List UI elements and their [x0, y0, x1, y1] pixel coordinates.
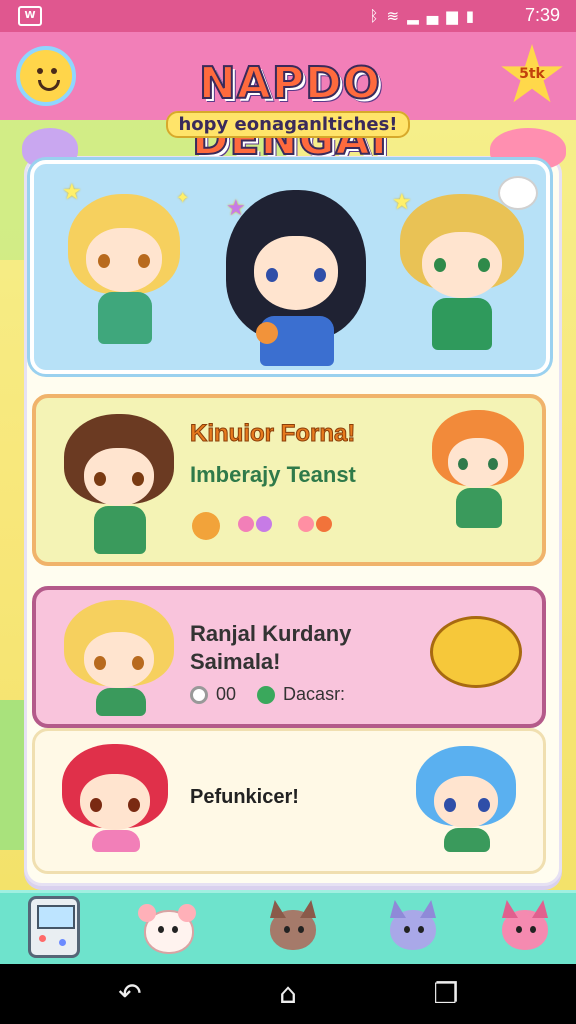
mascot-eye: [37, 68, 43, 74]
eye: [90, 798, 102, 812]
eye: [132, 656, 144, 670]
back-icon[interactable]: ↶: [114, 978, 146, 1010]
eye: [128, 798, 140, 812]
app-notification-icon: W: [18, 6, 42, 26]
character-blonde-girl[interactable]: [64, 192, 184, 362]
card-2-subtitle: Imberajy Teanst: [190, 462, 356, 487]
nfc-icon: ᛒ: [369, 7, 387, 25]
mouse-pet-icon[interactable]: [138, 900, 196, 954]
signal-icon: ▂▄▆: [407, 7, 466, 25]
smiling-fruit-mascot-icon: [430, 616, 522, 688]
eye: [94, 472, 106, 486]
status-bar: W ᛒ≋▂▄▆▮ 7:39: [0, 0, 576, 32]
eye: [98, 254, 110, 268]
wifi-icon: ≋: [386, 7, 408, 25]
character-blonde-boy[interactable]: [400, 194, 524, 364]
system-nav-bar: ↶ ⌂ ❐: [0, 964, 576, 1024]
card-3-meta: 00 Dacasr:: [190, 684, 345, 705]
eye: [266, 268, 278, 282]
pet-ear: [502, 900, 518, 918]
pet-eye: [158, 926, 164, 933]
face: [448, 438, 508, 488]
eye: [94, 656, 106, 670]
recents-icon[interactable]: ❐: [430, 978, 462, 1010]
star-badge-label: 5tk: [519, 66, 545, 82]
card-3-title-line2: Saimala!: [190, 649, 281, 674]
eye: [478, 258, 490, 272]
home-icon[interactable]: ⌂: [272, 978, 304, 1010]
card-2-title: Kinuior Forna!: [189, 420, 356, 448]
pet-ear: [300, 900, 316, 918]
character-orange-hair-girl[interactable]: [432, 410, 528, 530]
pink-cat-pet-icon[interactable]: [496, 900, 554, 954]
character-black-hair-girl[interactable]: [226, 176, 366, 368]
game-button: [39, 935, 46, 942]
outfit: [92, 830, 140, 852]
card-3-title: Ranjal Kurdany Saimala!: [190, 620, 351, 676]
blue-cat-pet-icon[interactable]: [384, 900, 442, 954]
mascot-badge-icon[interactable]: [16, 46, 76, 106]
card-3-meta-label: Dacasr:: [283, 684, 346, 704]
lollipop-icon: [256, 322, 278, 344]
battery-icon: ▮: [465, 7, 482, 25]
candy-icon: [256, 516, 272, 532]
candy-icon: [298, 516, 314, 532]
clover-icon: [257, 686, 276, 705]
card-3-title-line1: Ranjal Kurdany: [190, 621, 352, 646]
pet-eye: [418, 926, 424, 933]
outfit: [96, 688, 146, 716]
pet-eye: [530, 926, 536, 933]
app-logo: NAPDO DENGAI: [100, 56, 480, 166]
eye: [458, 458, 468, 470]
game-screen: [37, 905, 75, 929]
card-4-title: Pefunkicer!: [190, 786, 299, 808]
clock: 7:39: [524, 5, 560, 25]
outfit: [94, 506, 146, 554]
outfit: [444, 828, 490, 852]
character-blonde-bear-girl[interactable]: [64, 600, 174, 718]
character-red-hair-girl[interactable]: [62, 744, 172, 852]
header-subtitle: hopy eonaganltiches!: [0, 111, 576, 138]
mascot-mouth: [38, 80, 60, 91]
outfit: [432, 298, 492, 350]
pet-eye: [404, 926, 410, 933]
timer-icon: [190, 686, 208, 705]
orange-fruit-icon: [192, 512, 220, 540]
pet-ear: [138, 904, 156, 922]
pet-eye: [516, 926, 522, 933]
pet-eye: [284, 926, 290, 933]
pet-ear: [270, 900, 286, 918]
pet-eye: [298, 926, 304, 933]
card-3-count: 00: [216, 684, 237, 704]
subtitle-text: hopy eonaganltiches!: [166, 111, 410, 138]
status-icons: ᛒ≋▂▄▆▮: [370, 7, 482, 25]
pet-eye: [172, 926, 178, 933]
handheld-game-icon[interactable]: [28, 896, 80, 958]
game-button: [59, 939, 66, 946]
eye: [478, 798, 490, 812]
eye: [132, 472, 144, 486]
eye: [488, 458, 498, 470]
character-blue-hair-girl[interactable]: [416, 746, 516, 854]
pet-ear: [532, 900, 548, 918]
cat-pet-icon[interactable]: [264, 900, 322, 954]
pet-ear: [390, 900, 406, 918]
pet-ear: [178, 904, 196, 922]
eye: [444, 798, 456, 812]
pet-ear: [420, 900, 436, 918]
eye: [434, 258, 446, 272]
outfit: [456, 488, 502, 528]
eye: [138, 254, 150, 268]
mascot-eye: [51, 68, 57, 74]
candy-icon: [238, 516, 254, 532]
character-brown-hair-girl[interactable]: [64, 414, 174, 554]
eye: [314, 268, 326, 282]
outfit: [98, 292, 152, 344]
candy-icon: [316, 516, 332, 532]
